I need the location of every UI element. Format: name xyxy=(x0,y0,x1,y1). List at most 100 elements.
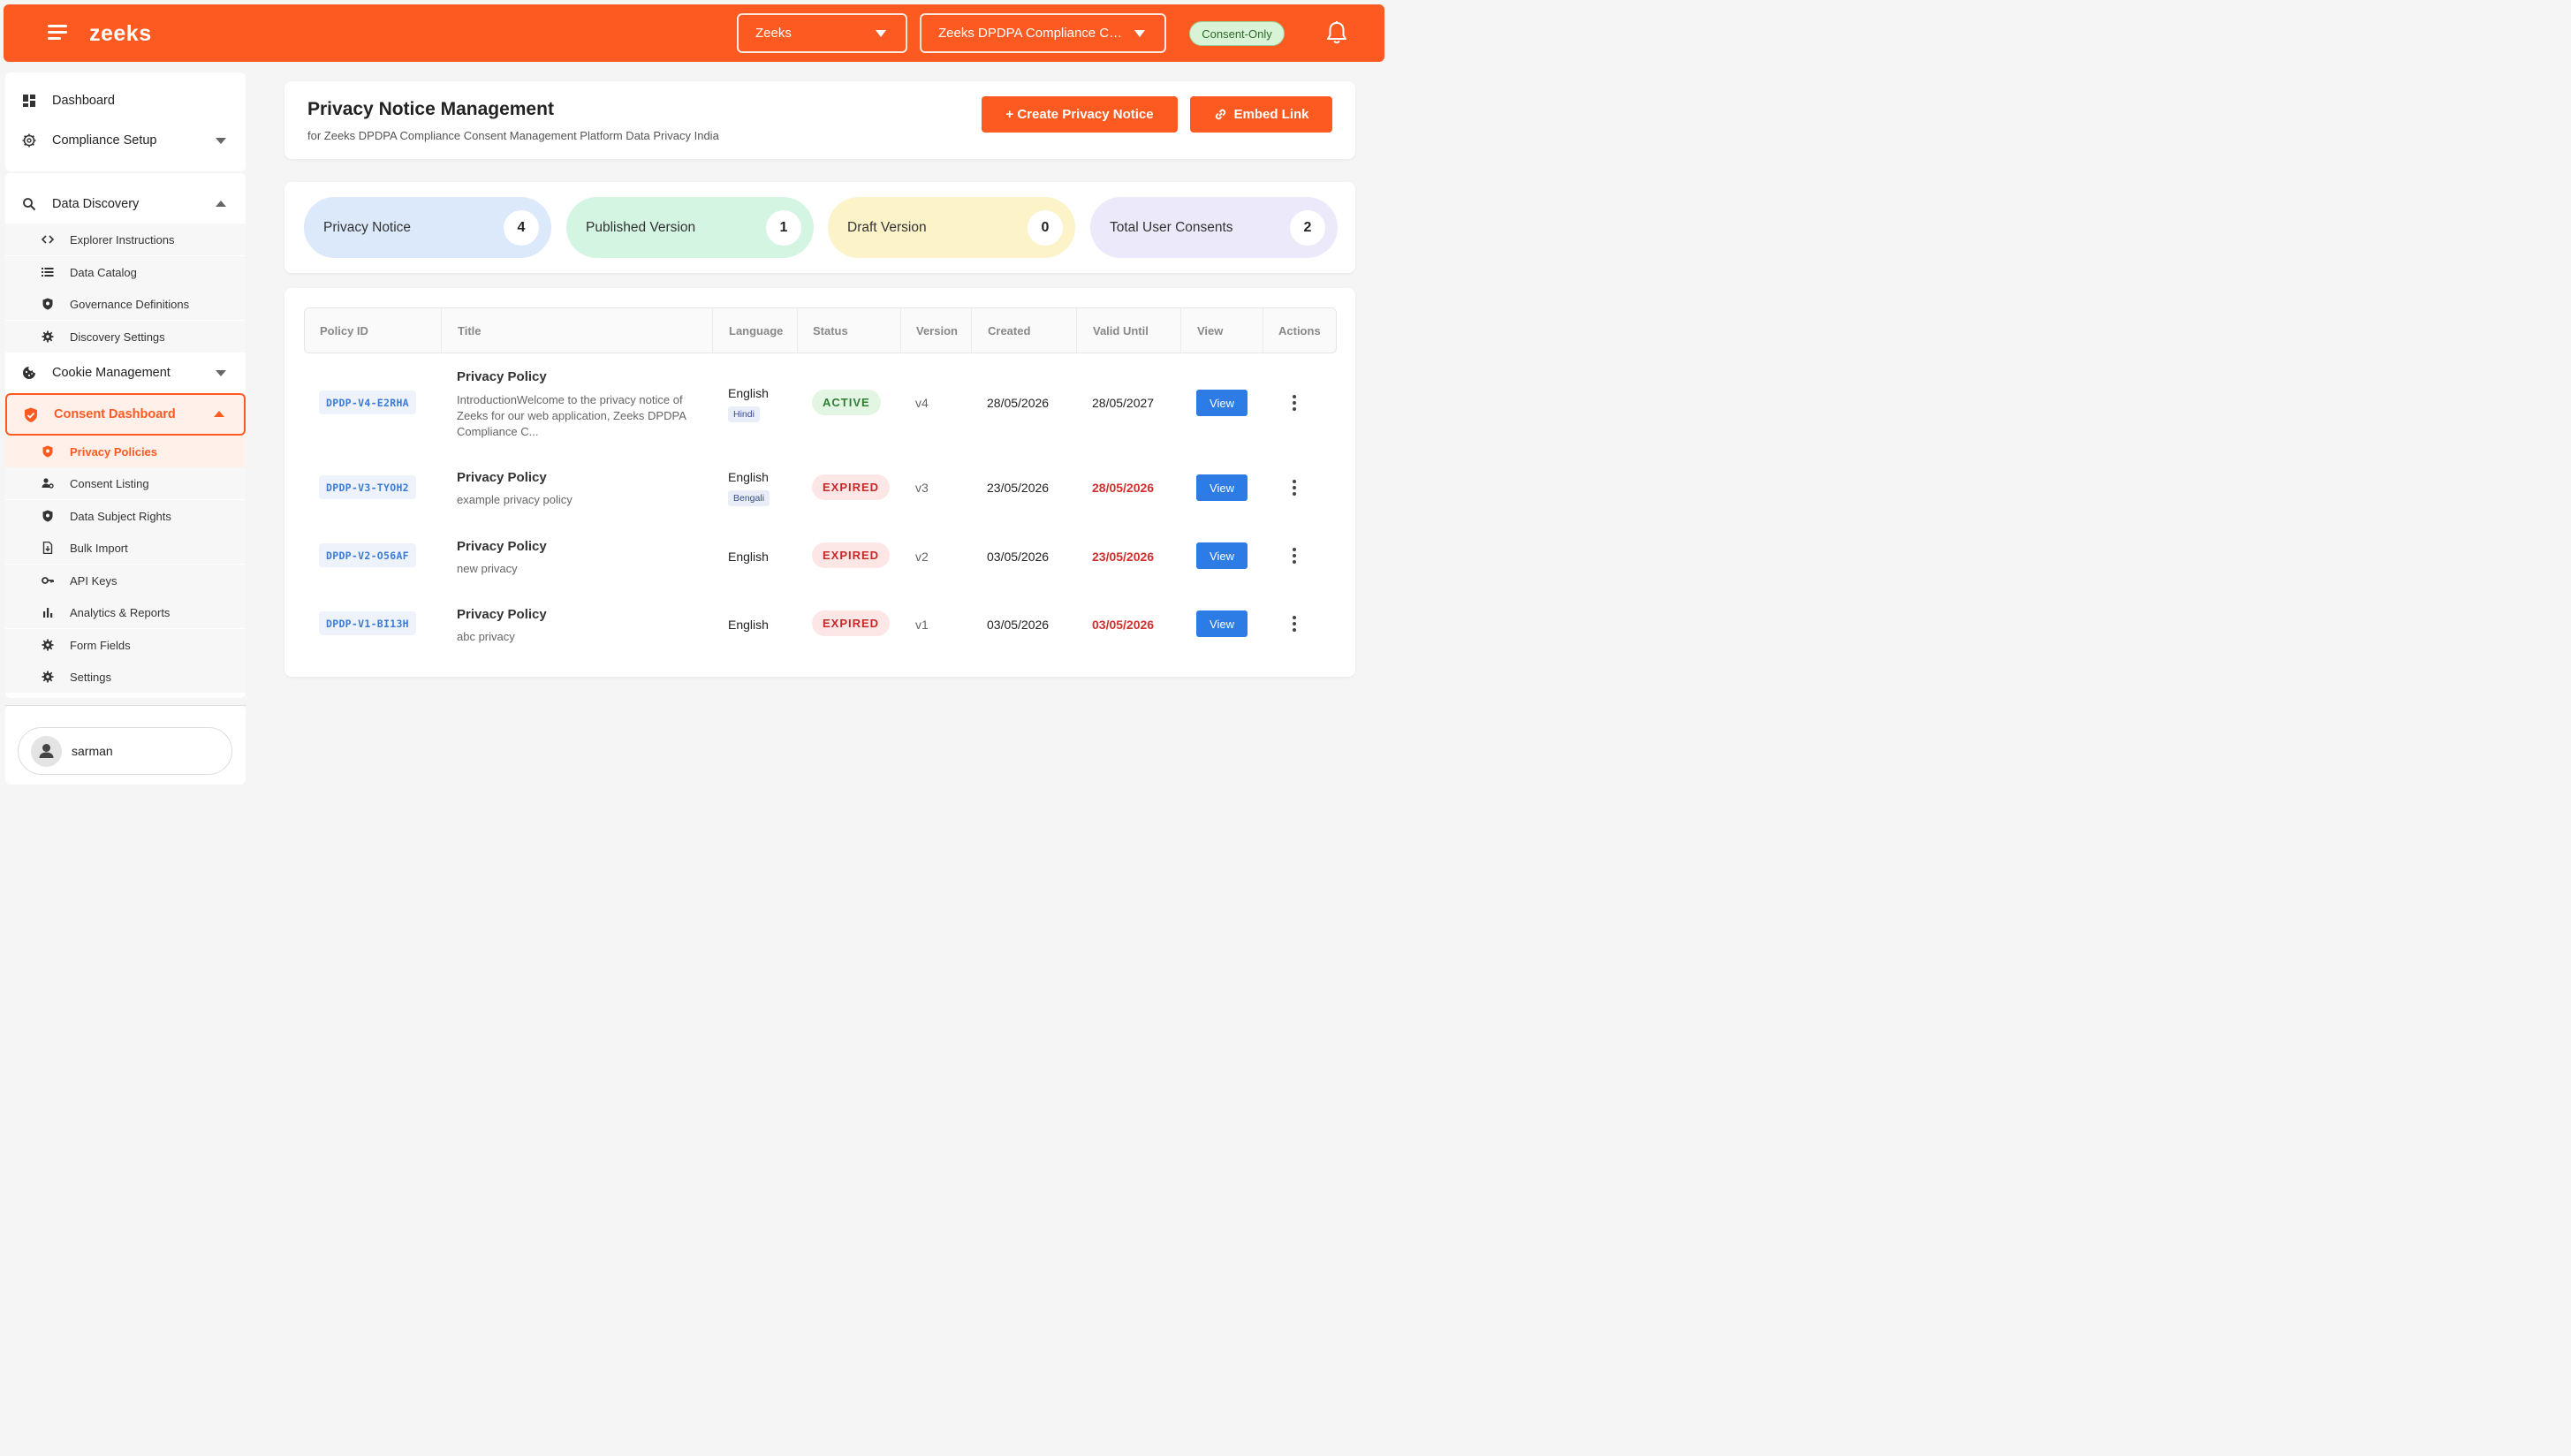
column-header[interactable]: Policy ID xyxy=(320,324,368,337)
key-icon xyxy=(42,577,54,584)
bell-icon[interactable] xyxy=(1325,20,1348,45)
sidebar-subitem-label: Consent Listing xyxy=(70,476,149,490)
sidebar-subitem-label: Analytics & Reports xyxy=(70,605,171,619)
column-header[interactable]: Valid Until xyxy=(1093,324,1149,337)
created-date: 28/05/2026 xyxy=(987,396,1050,410)
shield-icon xyxy=(42,510,53,522)
sidebar-subitem-governance-definitions[interactable]: Governance Definitions xyxy=(5,288,246,320)
valid-until-date: 03/05/2026 xyxy=(1092,618,1155,632)
sidebar-subitem-label: Data Catalog xyxy=(70,265,137,279)
policy-description: abc privacy xyxy=(457,630,515,643)
embed-link-button[interactable]: Embed Link xyxy=(1190,96,1332,133)
sidebar-item-data-discovery[interactable]: Data Discovery xyxy=(5,186,246,222)
view-button[interactable]: View xyxy=(1196,610,1248,637)
sidebar-subitem-analytics-reports[interactable]: Analytics & Reports xyxy=(5,596,246,628)
sidebar-subitem-label: Privacy Policies xyxy=(70,444,158,459)
sidebar-subitem-settings[interactable]: Settings xyxy=(5,661,246,693)
column-header[interactable]: Version xyxy=(916,324,958,337)
sidebar-subitem-consent-listing[interactable]: Consent Listing xyxy=(5,467,246,499)
policy-title: Privacy Policy xyxy=(457,369,547,384)
search-icon xyxy=(23,198,36,211)
sidebar-subitem-data-catalog[interactable]: Data Catalog xyxy=(5,256,246,288)
top-bar: zeeks Zeeks Zeeks DPDPA Compliance Conse… xyxy=(4,4,1384,62)
chevron-down-icon xyxy=(1134,30,1145,37)
menu-icon[interactable] xyxy=(48,25,67,41)
stat-value: 0 xyxy=(1028,210,1063,246)
sidebar-item-dashboard[interactable]: Dashboard xyxy=(5,83,246,118)
policy-language: English xyxy=(728,550,769,564)
link-icon xyxy=(1216,109,1226,120)
policy-table: Policy ID Title Language Status Version … xyxy=(284,288,1355,677)
user-icon xyxy=(39,744,54,758)
table-row: DPDP-V2-O56AF Privacy Policy new privacy… xyxy=(304,525,1337,587)
column-header[interactable]: Created xyxy=(988,324,1030,337)
policy-language: English xyxy=(728,618,769,632)
column-header[interactable]: Title xyxy=(458,324,482,337)
table-row: DPDP-V3-TYOH2 Privacy Policy example pri… xyxy=(304,456,1337,518)
more-actions-icon[interactable] xyxy=(1292,548,1297,564)
column-header[interactable]: Language xyxy=(729,324,783,337)
sidebar-item-cookie-management[interactable]: Cookie Management xyxy=(5,355,246,391)
view-button[interactable]: View xyxy=(1196,542,1248,569)
policy-version: v3 xyxy=(915,481,929,495)
gear-icon xyxy=(42,330,54,343)
create-privacy-notice-button[interactable]: + Create Privacy Notice xyxy=(982,96,1178,133)
shield-icon xyxy=(42,445,53,458)
policy-description: example privacy policy xyxy=(457,493,573,506)
policy-id: DPDP-V1-BI13H xyxy=(319,611,416,635)
page-header: Privacy Notice Management for Zeeks DPDP… xyxy=(284,81,1355,159)
more-actions-icon[interactable] xyxy=(1292,616,1297,632)
org-select[interactable]: Zeeks xyxy=(737,13,907,53)
cookie-icon xyxy=(23,367,35,379)
created-date: 23/05/2026 xyxy=(987,481,1050,495)
table-row: DPDP-V4-E2RHA Privacy Policy Introductio… xyxy=(304,359,1337,447)
user-name: sarman xyxy=(72,744,113,758)
more-actions-icon[interactable] xyxy=(1292,480,1297,496)
sidebar-item-consent-dashboard[interactable]: Consent Dashboard xyxy=(5,393,246,436)
project-select[interactable]: Zeeks DPDPA Compliance Consent Managemen… xyxy=(920,13,1166,53)
embed-link-label: Embed Link xyxy=(1233,107,1309,122)
sidebar-subitem-form-fields[interactable]: Form Fields xyxy=(5,629,246,661)
mode-badge: Consent-Only xyxy=(1189,21,1285,46)
policy-version: v1 xyxy=(915,618,929,632)
sidebar-subitem-label: API Keys xyxy=(70,573,118,588)
chevron-down-icon xyxy=(216,138,226,144)
status-badge: ACTIVE xyxy=(812,390,881,415)
view-button[interactable]: View xyxy=(1196,474,1248,501)
list-icon xyxy=(42,268,54,277)
language-tag: Hindi xyxy=(728,406,760,422)
more-actions-icon[interactable] xyxy=(1292,395,1297,411)
sidebar-subitem-label: Governance Definitions xyxy=(70,297,190,311)
stat-value: 2 xyxy=(1290,210,1325,246)
policy-id: DPDP-V2-O56AF xyxy=(319,543,416,567)
chevron-down-icon xyxy=(876,30,886,37)
sidebar-item-compliance-setup[interactable]: Compliance Setup xyxy=(5,123,246,158)
avatar xyxy=(31,736,62,767)
valid-until-date: 28/05/2026 xyxy=(1092,481,1155,495)
policy-id: DPDP-V4-E2RHA xyxy=(319,391,416,414)
sidebar-item-label: Consent Dashboard xyxy=(54,407,176,421)
page-subtitle: for Zeeks DPDPA Compliance Consent Manag… xyxy=(307,129,719,142)
org-select-value: Zeeks xyxy=(755,26,792,41)
sidebar-subitem-explorer-instructions[interactable]: Explorer Instructions xyxy=(5,224,246,255)
sidebar-subitem-discovery-settings[interactable]: Discovery Settings xyxy=(5,321,246,353)
sidebar-subitem-bulk-import[interactable]: Bulk Import xyxy=(5,532,246,564)
created-date: 03/05/2026 xyxy=(987,618,1050,632)
column-header[interactable]: Status xyxy=(813,324,848,337)
chevron-down-icon xyxy=(216,370,226,376)
page-title: Privacy Notice Management xyxy=(307,99,554,119)
policy-version: v4 xyxy=(915,396,929,410)
brand-logo[interactable]: zeeks xyxy=(89,21,152,47)
shield-check-icon xyxy=(25,407,37,422)
user-menu[interactable]: sarman xyxy=(18,727,232,775)
policy-title: Privacy Policy xyxy=(457,607,547,622)
sidebar-subitem-privacy-policies[interactable]: Privacy Policies xyxy=(5,436,246,467)
sidebar-subitem-label: Form Fields xyxy=(70,638,131,652)
policy-id: DPDP-V3-TYOH2 xyxy=(319,475,416,499)
sidebar-subitem-api-keys[interactable]: API Keys xyxy=(5,565,246,596)
view-button[interactable]: View xyxy=(1196,390,1248,416)
sidebar-item-label: Dashboard xyxy=(52,94,115,108)
bar-chart-icon xyxy=(43,608,53,618)
stat-total-user-consents: Total User Consents 2 xyxy=(1090,197,1338,258)
sidebar-subitem-data-subject-rights[interactable]: Data Subject Rights xyxy=(5,500,246,532)
